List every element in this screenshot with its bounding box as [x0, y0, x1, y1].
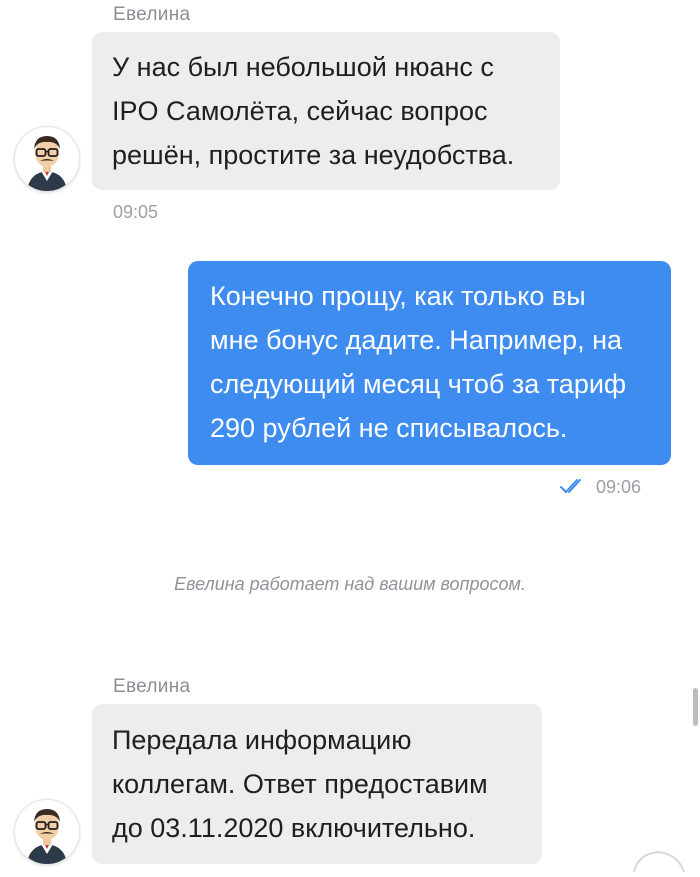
message-text-line: следующий месяц чтоб за тариф	[210, 369, 627, 399]
incoming-message-bubble[interactable]: Передала информацию коллегам. Ответ пред…	[92, 704, 542, 864]
message-text-line: до 03.11.2020 включительно.	[112, 813, 476, 843]
message-text-line: Конечно прощу, как только вы	[210, 281, 586, 311]
scrollbar-thumb[interactable]	[693, 688, 698, 726]
message-time: 09:05	[113, 202, 159, 222]
agent-avatar-icon[interactable]	[14, 126, 80, 192]
message-text-line: решён, простите за неудобства.	[112, 140, 515, 170]
sender-name: Евелина	[113, 676, 191, 697]
message-text-line: У нас был небольшой нюанс с	[112, 52, 494, 82]
double-check-icon	[559, 476, 589, 501]
message-text-line: мне бонус дадите. Например, на	[210, 325, 623, 355]
message-text-line: 290 рублей не списывалось.	[210, 413, 568, 443]
sender-name: Евелина	[113, 4, 191, 25]
message-text-line: IPO Самолёта, сейчас вопрос	[112, 96, 488, 126]
agent-avatar-icon[interactable]	[14, 799, 80, 865]
incoming-message-bubble[interactable]: У нас был небольшой нюанс с IPO Самолёта…	[92, 32, 560, 190]
message-text-line: коллегам. Ответ предоставим	[112, 769, 488, 799]
agent-status-text: Евелина работает над вашим вопросом.	[174, 574, 526, 594]
outgoing-message-bubble[interactable]: Конечно прощу, как только вы мне бонус д…	[188, 261, 671, 465]
message-text-line: Передала информацию	[112, 725, 412, 755]
message-time: 09:06	[596, 477, 642, 497]
scroll-down-icon[interactable]	[628, 846, 688, 877]
